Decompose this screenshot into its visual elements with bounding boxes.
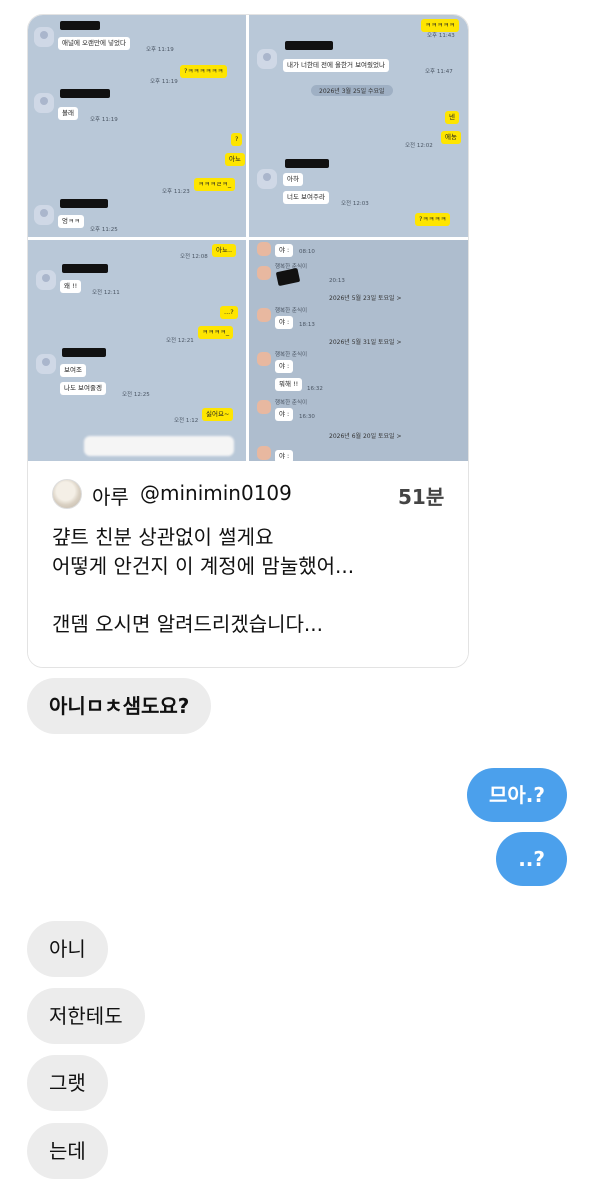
- screenshot-grid[interactable]: 애널에 오랜만에 넣었다 오후 11:19 오후 11:19 ?ㅋㅋㅋㅋㅋㅋ 볼…: [28, 15, 468, 461]
- chat-message-mine: ?: [231, 133, 243, 146]
- date-divider: 2026년 6월 20일 토요일 >: [329, 433, 402, 440]
- timestamp: 오전 12:21: [166, 338, 194, 344]
- avatar: [34, 27, 54, 47]
- redacted-name: [285, 41, 333, 50]
- date-divider: 2026년 3월 25일 수요일: [311, 85, 393, 96]
- timestamp: 20:13: [329, 278, 345, 284]
- timestamp: 오전 12:08: [180, 254, 208, 260]
- timestamp: 오전 12:25: [122, 392, 150, 398]
- user-handle[interactable]: @minimin0109: [140, 481, 292, 505]
- timestamp: 오후 11:19: [146, 47, 174, 53]
- chat-message-mine: ㅋㅋㅋㅋ_: [198, 326, 234, 339]
- nickname: 행복한 춘식이: [275, 400, 308, 406]
- avatar: [257, 446, 271, 460]
- timestamp: 18:13: [299, 322, 315, 328]
- avatar: [257, 169, 277, 189]
- chat-screenshot-3: 오전 12:08 아뇨.. 왜 !! 오전 12:11 ...? ㅋㅋㅋㅋ_ 오…: [28, 240, 246, 461]
- chat-message: 볼래: [58, 107, 78, 120]
- chat-message: 야 :: [275, 244, 294, 257]
- quoted-tweet[interactable]: 아루 @minimin0109 51분 걒트 친분 상관없이 썰게요 어떻게 안…: [28, 461, 468, 667]
- chat-message: 뭐해 !!: [275, 378, 303, 391]
- redacted-name: [60, 199, 108, 208]
- display-name[interactable]: 아루: [92, 481, 129, 510]
- chat-message-mine: ...?: [220, 306, 238, 319]
- timestamp: 오후 11:19: [150, 79, 178, 85]
- chat-message: 내가 너한테 전에 올한거 보여줬었나: [283, 59, 389, 72]
- chat-message: 야 :: [275, 316, 294, 329]
- chat-message: 야 :: [275, 408, 294, 421]
- blurred-message: [84, 436, 234, 456]
- chat-message: 애널에 오랜만에 넣었다: [58, 37, 130, 50]
- nickname: 행복한 춘식이: [275, 352, 308, 358]
- received-message[interactable]: 는데: [27, 1123, 108, 1179]
- chat-message: 너도 보여주라: [283, 191, 329, 204]
- timestamp: 오전 12:02: [405, 143, 433, 149]
- avatar: [257, 49, 277, 69]
- timestamp: 16:30: [299, 414, 315, 420]
- chat-message-mine: ?ㅋㅋㅋㅋㅋㅋ: [180, 65, 228, 78]
- chat-message: 야 :: [275, 450, 294, 461]
- post-time: 51분: [398, 485, 445, 509]
- redacted-name: [60, 89, 110, 98]
- nickname: 행복한 춘식이: [275, 308, 308, 314]
- chat-message: 엉ㅋㅋ: [58, 215, 84, 228]
- timestamp: 오후 11:43: [427, 33, 455, 39]
- chat-screenshot-4: 야 : 08:10 행복한 춘식이 20:13 2026년 5월 23일 토요일…: [249, 240, 468, 461]
- quoted-tweet-card[interactable]: 애널에 오랜만에 넣었다 오후 11:19 오후 11:19 ?ㅋㅋㅋㅋㅋㅋ 볼…: [27, 14, 469, 668]
- avatar: [257, 308, 271, 322]
- avatar: [36, 354, 56, 374]
- chat-message: 보여조: [60, 364, 86, 377]
- avatar: [34, 205, 54, 225]
- chat-message-mine: ㅋㅋㅋㄹㅋ_: [194, 178, 236, 191]
- received-message[interactable]: 그랫: [27, 1055, 108, 1111]
- avatar: [257, 242, 271, 256]
- sent-message[interactable]: ..?: [496, 832, 567, 886]
- chat-message: 왜 !!: [60, 280, 82, 293]
- redacted-name: [285, 159, 329, 168]
- timestamp: 08:10: [299, 249, 315, 255]
- redacted-name: [62, 264, 108, 273]
- timestamp: 16:32: [307, 386, 323, 392]
- chat-message-mine: 싫어요~: [202, 408, 234, 421]
- avatar: [257, 352, 271, 366]
- received-message[interactable]: 아니ㅁㅊ샘도요?: [27, 678, 212, 734]
- received-message[interactable]: 저한테도: [27, 988, 145, 1044]
- chat-screenshot-2: ㅋㅋㅋㅋㅋ 오후 11:43 내가 너한테 전에 올한거 보여줬었나 오후 11…: [249, 15, 468, 237]
- chat-message-mine: 넨: [445, 111, 459, 124]
- tweet-text: 걒트 친분 상관없이 썰게요 어떻게 안건지 이 계정에 맘눌했어... 갠뎀 …: [52, 525, 355, 636]
- chat-message-mine: ?ㅋㅋㅋㅋ: [415, 213, 451, 226]
- date-divider: 2026년 5월 31일 토요일 >: [329, 339, 402, 346]
- avatar: [257, 266, 271, 280]
- chat-message-mine: 아뇨: [225, 153, 245, 166]
- avatar: [36, 270, 56, 290]
- redacted-message: [275, 267, 301, 287]
- chat-message: 나도 보여줄겡: [60, 382, 106, 395]
- chat-message: 아하: [283, 173, 303, 186]
- redacted-name: [60, 21, 100, 30]
- chat-screenshot-1: 애널에 오랜만에 넣었다 오후 11:19 오후 11:19 ?ㅋㅋㅋㅋㅋㅋ 볼…: [28, 15, 246, 237]
- chat-message-mine: 아뇨..: [212, 244, 237, 257]
- timestamp: 오전 1:12: [174, 418, 199, 424]
- timestamp: 오전 12:11: [92, 290, 120, 296]
- chat-message-mine: 에뇽: [441, 131, 461, 144]
- received-message[interactable]: 아니: [27, 921, 108, 977]
- chat-message: 야 :: [275, 360, 294, 373]
- avatar: [34, 93, 54, 113]
- timestamp: 오후 11:47: [425, 69, 453, 75]
- sent-message[interactable]: 므아.?: [467, 768, 567, 822]
- avatar: [257, 400, 271, 414]
- timestamp: 오전 12:03: [341, 201, 369, 207]
- user-avatar[interactable]: [52, 479, 82, 509]
- redacted-name: [62, 348, 106, 357]
- timestamp: 오후 11:25: [90, 227, 118, 233]
- date-divider: 2026년 5월 23일 토요일 >: [329, 295, 402, 302]
- timestamp: 오후 11:23: [162, 189, 190, 195]
- timestamp: 오후 11:19: [90, 117, 118, 123]
